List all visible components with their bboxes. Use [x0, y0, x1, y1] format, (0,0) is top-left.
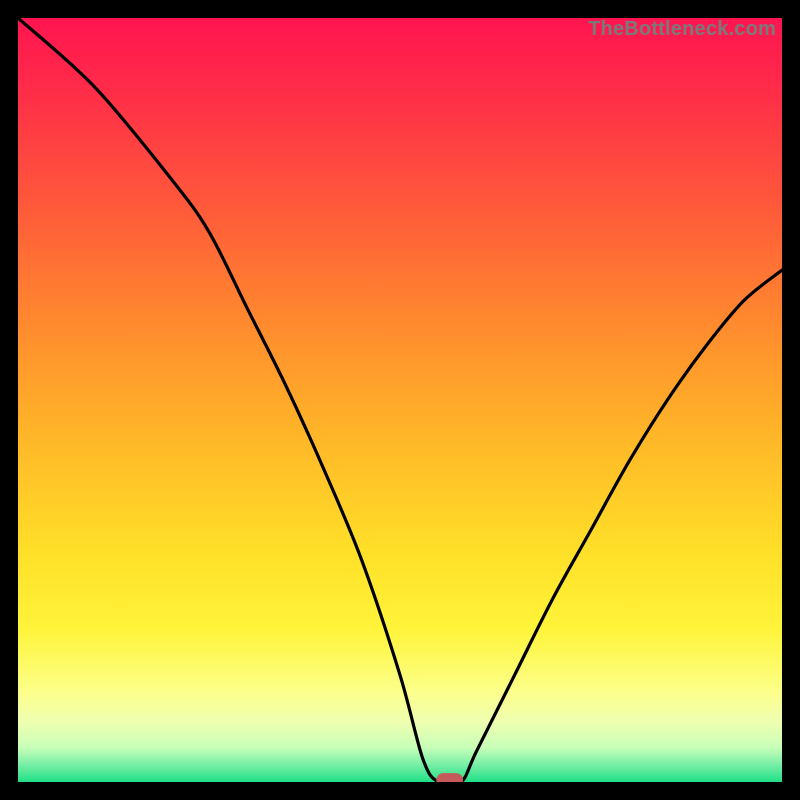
plot-area: TheBottleneck.com	[18, 18, 782, 782]
chart-frame: TheBottleneck.com	[0, 0, 800, 800]
chart-svg	[18, 18, 782, 782]
optimal-marker	[436, 773, 463, 782]
watermark-text: TheBottleneck.com	[588, 18, 776, 41]
